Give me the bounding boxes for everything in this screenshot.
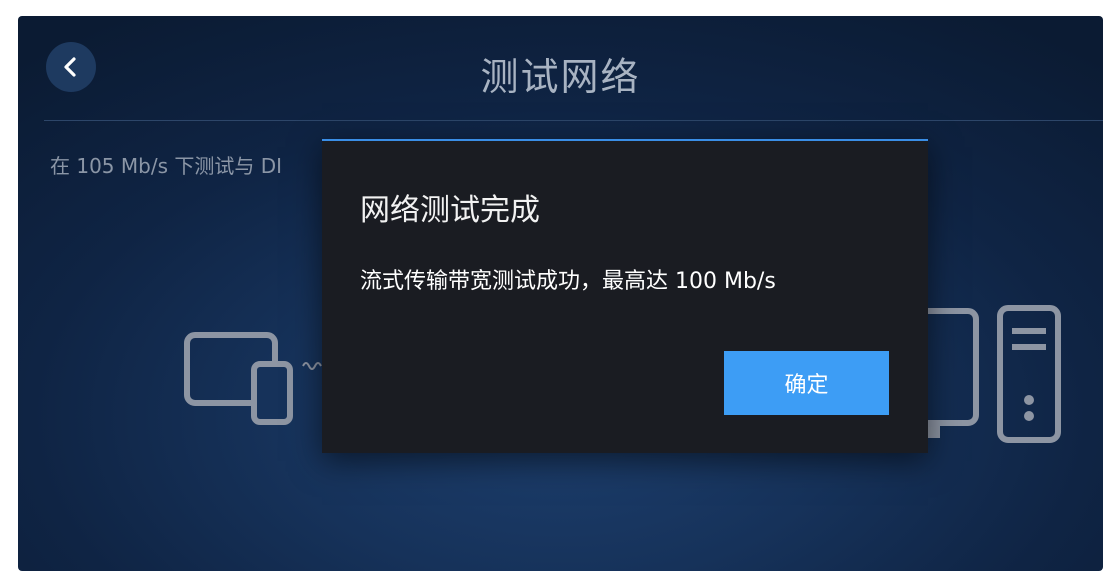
dialog-message: 流式传输带宽测试成功，最高达 100 Mb/s <box>360 269 776 294</box>
pc-tower-icon <box>997 305 1061 443</box>
header-divider <box>44 120 1103 121</box>
tablet-and-phone-icon <box>184 332 293 425</box>
test-info-text: 在 105 Mb/s 下测试与 DI <box>50 154 283 178</box>
wave-connection-icon <box>302 362 322 370</box>
network-test-complete-dialog: 网络测试完成 流式传输带宽测试成功，最高达 100 Mb/s 确定 <box>322 139 928 453</box>
confirm-button[interactable]: 确定 <box>724 351 889 415</box>
header: 测试网络 <box>18 16 1103 120</box>
dialog-title: 网络测试完成 <box>360 193 540 228</box>
network-test-screen: 测试网络 在 105 Mb/s 下测试与 DI 网络测试完成 流式传输带宽测试成… <box>18 16 1103 571</box>
page-title: 测试网络 <box>480 55 641 99</box>
